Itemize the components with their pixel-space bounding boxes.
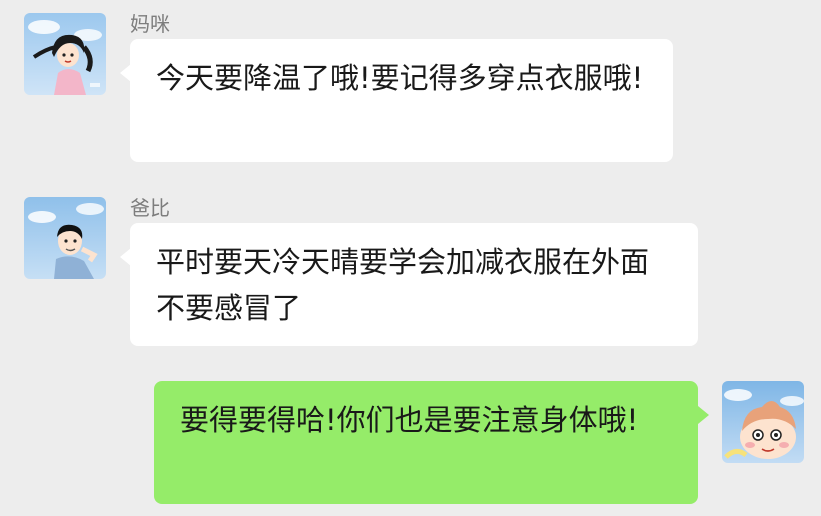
bubble-tail (698, 406, 709, 424)
avatar-mom[interactable] (24, 13, 106, 95)
message-bubble[interactable]: 要得要得哈!你们也是要注意身体哦! (154, 381, 698, 504)
avatar-self[interactable] (722, 381, 804, 463)
girl-portrait-avatar-icon (24, 13, 106, 95)
avatar-dad[interactable] (24, 197, 106, 279)
message-bubble[interactable]: 今天要降温了哦!要记得多穿点衣服哦! (130, 39, 673, 162)
man-portrait-avatar-icon (24, 197, 106, 279)
sender-name: 爸比 (130, 196, 170, 220)
sender-name: 妈咪 (130, 12, 170, 36)
message-bubble[interactable]: 平时要天冷天晴要学会加减衣服在外面不要感冒了 (130, 223, 698, 346)
cartoon-boy-avatar-icon (722, 381, 804, 463)
